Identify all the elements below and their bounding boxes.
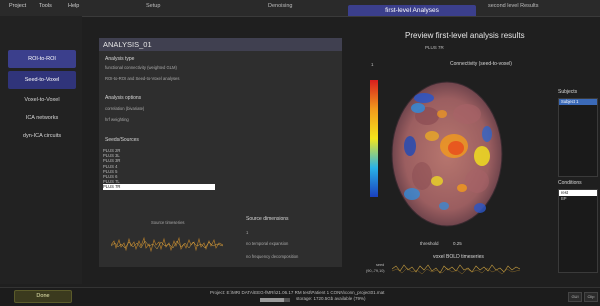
colorbar — [370, 80, 378, 197]
project-path: Project: E:\MRI DATA\EEG-fMRI\21.06.17 R… — [210, 290, 385, 295]
colorbar-max-label: 1 — [371, 62, 374, 67]
source-dimensions-label: Source dimensions — [246, 216, 289, 222]
connectivity-label: Connectivity (seed-to-voxel) — [450, 61, 512, 67]
analysis-option-correlation[interactable]: correlation (bivariate) — [105, 106, 144, 111]
seeds-sources-label: Seeds/Sources — [105, 137, 139, 143]
sidebar-item-ica-networks[interactable]: ICA networks — [8, 109, 76, 127]
analysis-type-option-1[interactable]: functional connectivity (weighted GLM) — [105, 65, 177, 70]
menu-tools[interactable]: Tools — [39, 3, 52, 9]
analysis-type-sidebar: ROI-to-ROI Seed-to-Voxel Voxel-to-Voxel … — [0, 16, 82, 284]
threshold-label: threshold — [420, 241, 439, 246]
done-button[interactable]: Done — [14, 290, 72, 303]
subjects-list[interactable]: Subject 1 — [558, 98, 598, 177]
analysis-type-label: Analysis type — [105, 56, 135, 62]
voxel-legend: (90,-79,10) — [366, 269, 385, 273]
list-item-selected[interactable]: Subject 1 — [559, 99, 597, 105]
sidebar-item-roi-to-roi[interactable]: ROI-to-ROI — [8, 50, 76, 68]
voxel-bold-timeseries-plot — [392, 264, 520, 275]
source-timeseries-plot — [111, 236, 223, 253]
tab-setup[interactable]: Setup — [146, 3, 160, 9]
temporal-expansion-option[interactable]: no temporal expansion — [246, 241, 288, 246]
clip-button[interactable]: Clip — [584, 292, 598, 302]
tab-first-level-label: first-level Analyses — [385, 7, 439, 14]
seeds-list[interactable]: PLUS 2R PLUS 3L PLUS 3R PLUS 4 PLUS 5 PL… — [103, 148, 215, 190]
seed-legend: seed — [376, 263, 385, 267]
list-item[interactable]: BP — [559, 196, 597, 202]
menu-bar: Project Tools Help Setup Denoising first… — [0, 0, 600, 17]
source-timeseries-label: Source timeseries — [151, 220, 185, 225]
menu-project[interactable]: Project — [9, 3, 26, 9]
brain-connectivity-map[interactable] — [382, 76, 512, 232]
sidebar-item-dyn-ica[interactable]: dyn-ICA circuits — [8, 127, 76, 145]
list-item-selected[interactable]: PLUS 7R — [103, 184, 215, 190]
sidebar-item-voxel-to-voxel[interactable]: Voxel-to-Voxel — [8, 91, 76, 109]
preview-title: Preview first-level analysis results — [405, 31, 525, 40]
analysis-option-weighting[interactable]: hrf weighting — [105, 117, 129, 122]
conditions-list[interactable]: rest BP — [558, 189, 598, 273]
gui-button[interactable]: GUI — [568, 292, 582, 302]
analysis-name-field[interactable]: ANALYSIS_01 — [103, 40, 152, 49]
threshold-value[interactable]: 0.25 — [453, 241, 462, 246]
sidebar-item-seed-to-voxel[interactable]: Seed-to-Voxel — [8, 71, 76, 89]
analysis-type-option-2[interactable]: ROI-to-ROI and Seed-to-Voxel analyses — [105, 76, 179, 81]
menu-help[interactable]: Help — [68, 3, 79, 9]
source-dimensions-value[interactable]: 1 — [246, 230, 248, 235]
analysis-panel: ANALYSIS_01 Analysis type functional con… — [99, 38, 342, 267]
tab-first-level-analyses[interactable]: first-level Analyses — [348, 5, 476, 16]
tab-denoising[interactable]: Denoising — [268, 3, 292, 9]
frequency-decomposition-option[interactable]: no frequency decomposition — [246, 254, 298, 259]
tab-second-level-results[interactable]: second level Results — [488, 3, 538, 9]
analysis-options-label: Analysis options — [105, 95, 142, 101]
storage-progress-bar — [260, 298, 290, 302]
storage-progress-fill — [260, 298, 284, 302]
preview-seed-name: PLUS 7R — [425, 45, 444, 50]
analysis-title-bar: ANALYSIS_01 — [99, 38, 342, 51]
storage-status: storage: 1720.5Gb available (79%) — [296, 296, 366, 301]
subjects-label: Subjects — [558, 89, 578, 95]
conditions-label: Conditions — [558, 180, 582, 186]
